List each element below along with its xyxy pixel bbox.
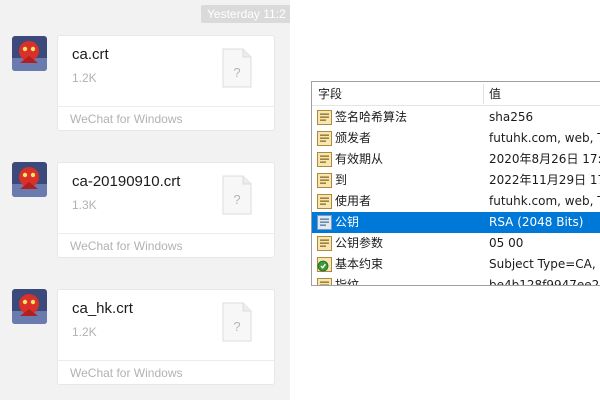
property-field: 基本约束 bbox=[335, 257, 384, 271]
property-value: 2022年11月29日 17 bbox=[489, 173, 600, 187]
certificate-field-icon bbox=[317, 236, 332, 251]
certificate-field-icon bbox=[317, 131, 332, 146]
svg-text:?: ? bbox=[233, 319, 240, 334]
unknown-file-icon: ? bbox=[222, 175, 252, 220]
property-row[interactable]: 颁发者 futuhk.com, web, TI bbox=[312, 128, 600, 149]
file-name: ca_hk.crt bbox=[72, 300, 133, 317]
certificate-field-icon bbox=[317, 194, 332, 209]
svg-text:?: ? bbox=[233, 192, 240, 207]
property-field: 公钥参数 bbox=[335, 236, 384, 250]
property-row[interactable]: 有效期从 2020年8月26日 17:2 bbox=[312, 149, 600, 170]
avatar-image bbox=[12, 162, 47, 197]
property-value: 2020年8月26日 17:2 bbox=[489, 152, 600, 166]
certificate-field-icon bbox=[317, 110, 332, 125]
property-row[interactable]: 公钥参数 05 00 bbox=[312, 233, 600, 254]
card-source: WeChat for Windows bbox=[70, 366, 183, 380]
avatar-image bbox=[12, 36, 47, 71]
column-separator[interactable] bbox=[483, 84, 484, 104]
list-header: 字段 值 bbox=[312, 82, 600, 106]
message-timestamp: Yesterday 11:2 bbox=[201, 5, 290, 23]
property-field: 签名哈希算法 bbox=[335, 110, 408, 124]
property-row-selected[interactable]: 公钥 RSA (2048 Bits) bbox=[312, 212, 600, 233]
property-field: 使用者 bbox=[335, 194, 372, 208]
property-row[interactable]: 指纹 be4b128f9947ee2 bbox=[312, 275, 600, 286]
extension-critical-icon bbox=[317, 257, 332, 272]
card-source: WeChat for Windows bbox=[70, 239, 183, 253]
property-row[interactable]: 基本约束 Subject Type=CA, P bbox=[312, 254, 600, 275]
column-header-value[interactable]: 值 bbox=[489, 82, 501, 106]
property-row[interactable]: 签名哈希算法 sha256 bbox=[312, 107, 600, 128]
avatar[interactable] bbox=[12, 162, 47, 197]
card-divider bbox=[58, 360, 274, 361]
card-divider bbox=[58, 233, 274, 234]
certificate-field-icon bbox=[317, 278, 332, 285]
unknown-file-icon: ? bbox=[222, 302, 252, 347]
file-size: 1.3K bbox=[72, 198, 97, 212]
property-field: 指纹 bbox=[335, 278, 360, 286]
file-size: 1.2K bbox=[72, 325, 97, 339]
property-value: sha256 bbox=[489, 110, 534, 124]
property-value: RSA (2048 Bits) bbox=[489, 215, 584, 229]
file-name: ca-20190910.crt bbox=[72, 173, 181, 190]
public-key-icon bbox=[317, 215, 332, 230]
file-name: ca.crt bbox=[72, 46, 109, 63]
card-source: WeChat for Windows bbox=[70, 112, 183, 126]
property-value: be4b128f9947ee2 bbox=[489, 278, 600, 286]
certificate-field-icon bbox=[317, 173, 332, 188]
column-header-field[interactable]: 字段 bbox=[318, 82, 342, 106]
property-value: futuhk.com, web, TI bbox=[489, 194, 600, 208]
file-message-card[interactable]: ca_hk.crt 1.2K ? WeChat for Windows bbox=[57, 289, 275, 385]
certificate-field-icon bbox=[317, 152, 332, 167]
file-size: 1.2K bbox=[72, 71, 97, 85]
property-value: Subject Type=CA, P bbox=[489, 257, 600, 271]
svg-text:?: ? bbox=[233, 65, 240, 80]
property-row[interactable]: 到 2022年11月29日 17 bbox=[312, 170, 600, 191]
file-message-card[interactable]: ca.crt 1.2K ? WeChat for Windows bbox=[57, 35, 275, 131]
property-row[interactable]: 使用者 futuhk.com, web, TI bbox=[312, 191, 600, 212]
unknown-file-icon: ? bbox=[222, 48, 252, 93]
avatar[interactable] bbox=[12, 36, 47, 71]
property-field: 有效期从 bbox=[335, 152, 384, 166]
avatar-image bbox=[12, 289, 47, 324]
property-field: 颁发者 bbox=[335, 131, 372, 145]
avatar[interactable] bbox=[12, 289, 47, 324]
certificate-details-list[interactable]: 字段 值 签名哈希算法 sha256 颁发者 futuhk.com, web, … bbox=[311, 81, 600, 286]
property-field: 到 bbox=[335, 173, 348, 187]
chat-pane: Yesterday 11:2 ca.crt 1.2K ? WeChat for … bbox=[0, 0, 290, 400]
property-value: futuhk.com, web, TI bbox=[489, 131, 600, 145]
card-divider bbox=[58, 106, 274, 107]
property-field: 公钥 bbox=[335, 215, 360, 229]
property-value: 05 00 bbox=[489, 236, 524, 250]
file-message-card[interactable]: ca-20190910.crt 1.3K ? WeChat for Window… bbox=[57, 162, 275, 258]
